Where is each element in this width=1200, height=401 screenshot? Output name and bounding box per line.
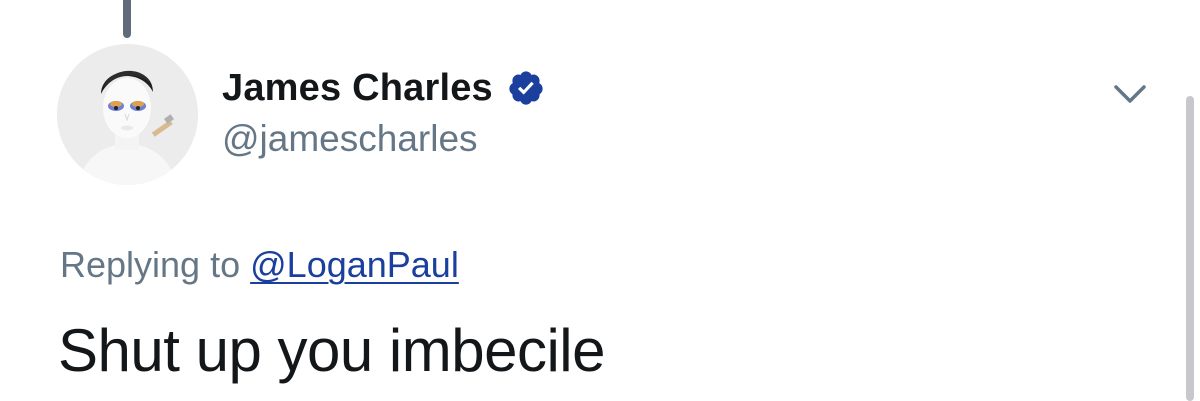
replying-to-line: Replying to @LoganPaul [60, 244, 459, 286]
display-name[interactable]: James Charles [222, 67, 493, 110]
verified-badge-icon [507, 69, 545, 107]
tweet-header: James Charles @jamescharles [222, 64, 545, 160]
scrollbar[interactable] [1186, 96, 1194, 401]
tweet-text: Shut up you imbecile [58, 317, 606, 384]
name-row: James Charles [222, 64, 545, 112]
avatar[interactable] [57, 44, 198, 185]
replying-to-label: Replying to [60, 244, 241, 285]
avatar-image [57, 44, 198, 185]
reply-mention-link[interactable]: @LoganPaul [250, 244, 459, 285]
user-handle[interactable]: @jamescharles [222, 118, 545, 160]
thread-connector-line [123, 0, 131, 38]
tweet-view: James Charles @jamescharles Replying to … [0, 0, 1200, 401]
chevron-down-icon[interactable] [1110, 80, 1150, 108]
